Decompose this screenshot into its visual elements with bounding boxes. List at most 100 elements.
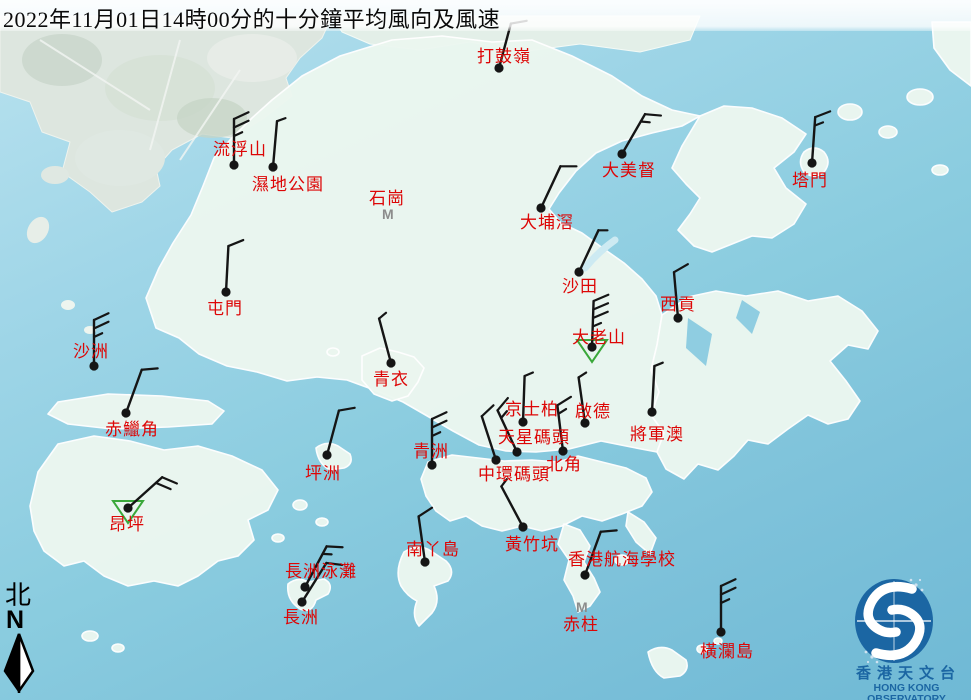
wind-barb-feather <box>645 114 661 115</box>
station-marker <box>501 479 527 531</box>
wind-barb-feather <box>339 408 355 411</box>
wind-barb-staff <box>652 366 654 412</box>
station-label: 西貢 <box>660 296 696 314</box>
wind-barb-feather <box>228 240 243 246</box>
wind-barb-feather <box>593 303 608 309</box>
station-dot <box>647 407 656 416</box>
station-dot <box>268 162 277 171</box>
wind-barb-feather <box>482 405 494 416</box>
station-label: 赤柱 <box>563 616 599 634</box>
station-dot <box>121 408 130 417</box>
wind-barb-feather <box>419 508 432 517</box>
wind-barb-feather <box>721 588 736 595</box>
station-label: 青洲 <box>413 443 449 461</box>
station-marker <box>268 118 285 172</box>
station-label: 沙田 <box>562 278 598 296</box>
map-title: 2022年11月01日14時00分的十分鐘平均風向及風速 <box>3 2 500 34</box>
hko-logo: 香港天文台 HONG KONG OBSERVATORY <box>840 563 971 700</box>
station-marker <box>221 240 243 297</box>
stations-layer <box>0 0 971 700</box>
wind-barb-feather <box>234 112 249 119</box>
hko-logo-english-name: HONG KONG OBSERVATORY <box>839 683 971 700</box>
station-marker <box>574 230 607 276</box>
station-label: 將軍澳 <box>630 426 684 444</box>
wind-barb-feather <box>94 313 109 320</box>
wind-barb-feather <box>234 121 249 128</box>
station-label: 打鼓嶺 <box>477 48 531 66</box>
station-label: 長洲泳灘 <box>285 563 357 581</box>
station-dot <box>512 447 521 456</box>
station-label: 屯門 <box>207 300 243 318</box>
wind-barb-feather <box>432 421 447 428</box>
station-label: 青衣 <box>373 371 409 389</box>
wind-barb-feather <box>558 409 566 414</box>
station-dot <box>580 570 589 579</box>
station-marker <box>647 363 662 417</box>
wind-barb-feather <box>327 546 343 547</box>
station-label: 濕地公園 <box>252 176 324 194</box>
station-label: 塔門 <box>792 172 828 190</box>
north-indicator: 北 N <box>2 583 42 693</box>
station-dot <box>518 522 527 531</box>
wind-barb-feather <box>674 264 688 272</box>
station-dot <box>617 149 626 158</box>
wind-barb-feather <box>432 412 447 419</box>
station-dot <box>716 627 725 636</box>
wind-barb-staff <box>327 411 339 455</box>
station-dot <box>536 203 545 212</box>
station-label: 北角 <box>546 456 582 474</box>
station-label: 石崗 <box>369 190 405 208</box>
station-dot <box>322 450 331 459</box>
wind-barb-staff <box>379 319 391 363</box>
wind-barb-feather <box>721 599 729 603</box>
hko-logo-icon <box>840 563 971 665</box>
wind-map-page: 打鼓嶺流浮山濕地公園M石崗大美督塔門大埔滘沙田屯門西貢沙洲大老山青衣赤鱲角京士柏… <box>0 0 971 700</box>
station-label: 大埔滘 <box>520 214 574 232</box>
station-marker <box>807 111 830 167</box>
station-marker <box>716 579 735 636</box>
station-dot <box>297 597 306 606</box>
station-label: 香港航海學校 <box>568 551 676 569</box>
station-marker <box>322 408 354 460</box>
met-station-m-marker: M <box>576 600 588 614</box>
station-marker <box>536 166 576 212</box>
north-arrow-icon <box>2 633 38 693</box>
wind-barb-feather <box>94 333 102 337</box>
station-dot <box>229 160 238 169</box>
station-dot <box>89 361 98 370</box>
wind-barb-feather <box>432 432 440 436</box>
station-label: 流浮山 <box>213 141 267 159</box>
wind-barb-staff <box>812 117 815 163</box>
wind-barb-feather <box>557 397 571 405</box>
wind-barb-staff <box>501 486 523 527</box>
station-label: 京士柏 <box>505 401 559 419</box>
wind-barb-staff <box>128 477 162 508</box>
wind-barb-staff <box>622 114 645 154</box>
station-dot <box>386 358 395 367</box>
station-label: 長洲 <box>283 609 319 627</box>
station-dot <box>807 158 816 167</box>
wind-barb-feather <box>156 483 171 489</box>
station-label: 橫瀾島 <box>700 643 754 661</box>
station-label: 大老山 <box>572 329 626 347</box>
wind-barb-feather <box>162 477 177 483</box>
wind-barb-feather <box>234 132 242 136</box>
station-label: 沙洲 <box>73 343 109 361</box>
station-dot <box>673 313 682 322</box>
wind-barb-staff <box>226 246 228 292</box>
station-dot <box>491 455 500 464</box>
wind-barb-feather <box>721 579 736 586</box>
wind-barb-feather <box>142 368 158 369</box>
station-label: 昂坪 <box>109 516 145 534</box>
station-label: 坪洲 <box>305 465 341 483</box>
wind-barb-feather <box>579 373 587 378</box>
hko-logo-chinese-name: 香港天文台 <box>840 666 971 681</box>
wind-barb-feather <box>815 111 830 117</box>
wind-barb-feather <box>654 363 662 366</box>
wind-barb-feather <box>379 313 386 319</box>
wind-barb-feather <box>525 373 533 377</box>
wind-barb-feather <box>277 118 285 121</box>
station-dot <box>574 267 583 276</box>
wind-barb-feather <box>601 530 617 531</box>
station-dot <box>427 460 436 469</box>
